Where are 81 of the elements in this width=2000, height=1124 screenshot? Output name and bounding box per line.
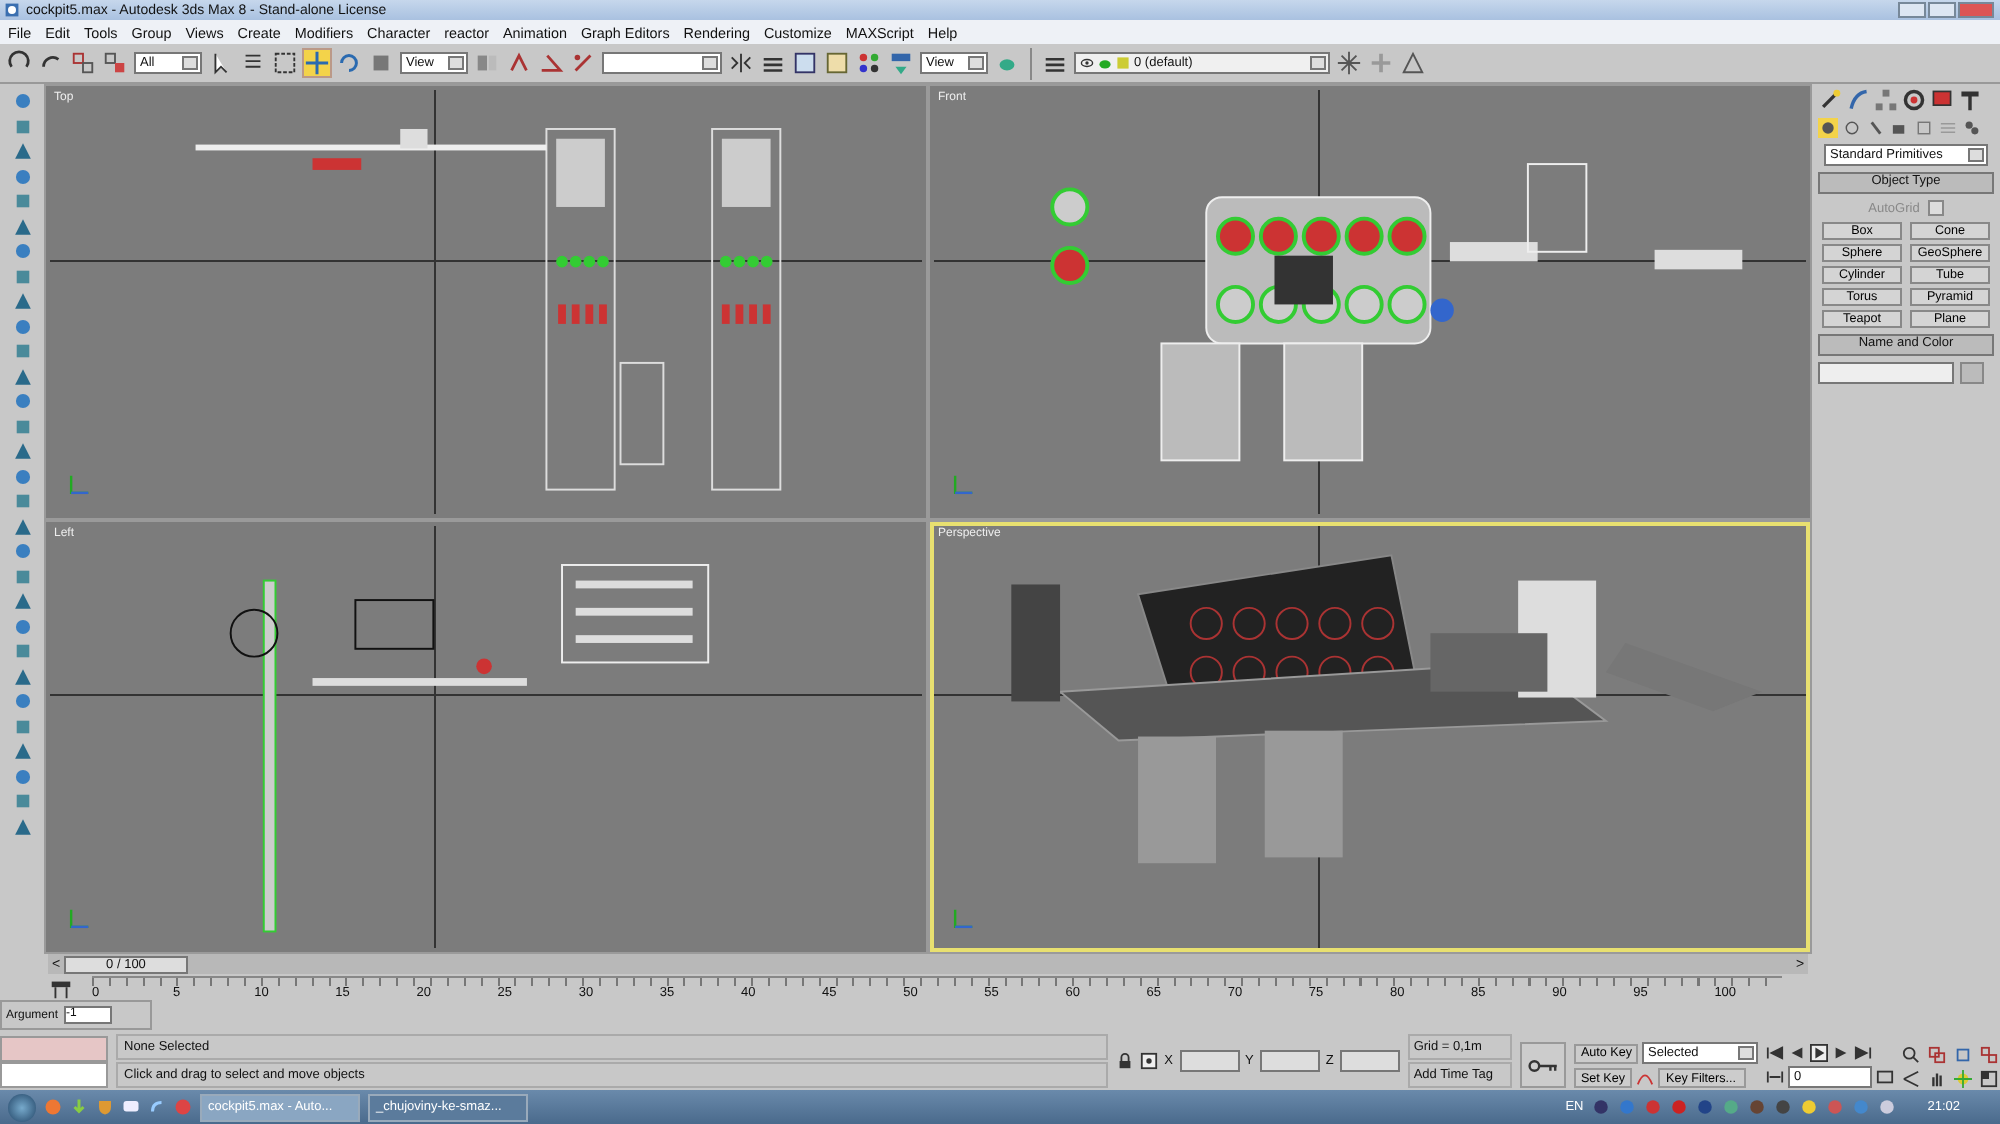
link-icon[interactable] <box>70 50 96 76</box>
download-icon[interactable] <box>70 1098 88 1116</box>
tool-icon[interactable] <box>11 140 33 162</box>
autogrid-checkbox[interactable] <box>1927 200 1944 216</box>
tool-icon[interactable] <box>11 740 33 762</box>
name-field[interactable] <box>1818 362 1954 384</box>
axis-icon <box>950 473 974 497</box>
mirror-icon[interactable] <box>728 50 754 76</box>
tool-icon[interactable] <box>11 665 33 687</box>
tool-icon[interactable] <box>11 690 33 712</box>
coordinate-field[interactable] <box>1339 1049 1400 1071</box>
axis-icon <box>66 473 90 497</box>
tool-icon[interactable] <box>11 240 33 262</box>
tool-icon[interactable] <box>11 615 33 637</box>
tool-icon[interactable] <box>11 365 33 387</box>
tool-icon[interactable] <box>11 440 33 462</box>
triangle-icon[interactable] <box>1400 50 1426 76</box>
rotate-icon[interactable] <box>336 50 362 76</box>
go-to-start-icon[interactable] <box>1766 1044 1784 1062</box>
tool-icon[interactable] <box>11 565 33 587</box>
coordinate-field[interactable] <box>1179 1049 1239 1071</box>
key-icon <box>1527 1057 1560 1073</box>
hammer-icon[interactable] <box>1958 88 1982 112</box>
zoom-extents-icon[interactable] <box>1954 1046 1972 1064</box>
tool-icon[interactable] <box>11 490 33 512</box>
play-icon[interactable] <box>1810 1044 1828 1062</box>
track-bar-icon[interactable] <box>48 976 74 1002</box>
tool-icon[interactable] <box>11 515 33 537</box>
tool-icon[interactable] <box>11 190 33 212</box>
maximize-button[interactable] <box>1928 2 1956 18</box>
zoom-extents-all-icon[interactable] <box>1980 1046 1998 1064</box>
region-select-icon[interactable] <box>272 50 298 76</box>
move-icon[interactable] <box>304 50 330 76</box>
axis-icon <box>950 908 974 932</box>
tool-icon[interactable] <box>11 790 33 812</box>
tool-icon[interactable] <box>11 815 33 837</box>
minimize-button[interactable] <box>1898 2 1926 18</box>
tool-icon[interactable] <box>11 215 33 237</box>
field-of-view-icon[interactable] <box>1902 1070 1920 1088</box>
tool-icon[interactable] <box>11 290 33 312</box>
next-frame-icon[interactable] <box>1832 1044 1850 1062</box>
tool-icon[interactable] <box>11 540 33 562</box>
sparkle-icon[interactable] <box>1336 50 1362 76</box>
script-input-field[interactable] <box>0 1062 108 1088</box>
tool-icon[interactable] <box>11 265 33 287</box>
key-mode-button[interactable] <box>1519 1042 1567 1088</box>
zoom-icon[interactable] <box>1902 1046 1920 1064</box>
tool-icon[interactable] <box>11 165 33 187</box>
tool-icon[interactable] <box>11 590 33 612</box>
lock-icon[interactable] <box>1116 1051 1135 1069</box>
transform-mode-icon[interactable] <box>1140 1051 1159 1069</box>
script-output-field[interactable] <box>0 1036 108 1062</box>
eye-icon <box>1080 56 1094 70</box>
maximize-viewport-icon[interactable] <box>1980 1070 1998 1088</box>
app-logo-icon <box>4 2 20 18</box>
tool-icon[interactable] <box>11 90 33 112</box>
tool-icon[interactable] <box>11 315 33 337</box>
tool-icon[interactable] <box>11 390 33 412</box>
tool-icon[interactable] <box>11 640 33 662</box>
tool-icon[interactable] <box>11 415 33 437</box>
tool-icon[interactable] <box>11 765 33 787</box>
color-swatch[interactable] <box>1960 362 1984 384</box>
color-swatch-icon <box>1116 56 1130 70</box>
go-to-end-icon[interactable] <box>1854 1044 1872 1062</box>
tool-icon[interactable] <box>11 115 33 137</box>
axis-icon <box>66 908 90 932</box>
modify-tab-icon[interactable] <box>1846 88 1870 112</box>
create-tab-icon[interactable] <box>1818 88 1842 112</box>
named-selection-dropdown[interactable] <box>602 52 722 74</box>
start-button[interactable] <box>8 1093 36 1121</box>
angle-snap-icon[interactable] <box>538 50 564 76</box>
shield-icon[interactable] <box>96 1098 114 1116</box>
tool-icon[interactable] <box>11 465 33 487</box>
coordinate-field[interactable] <box>1259 1049 1320 1071</box>
unlink-icon[interactable] <box>102 50 128 76</box>
previous-frame-icon[interactable] <box>1788 1044 1806 1062</box>
curve-icon[interactable] <box>1635 1069 1653 1087</box>
tool-icon[interactable] <box>11 340 33 362</box>
geometry-icon[interactable] <box>1818 118 1838 138</box>
tool-icon[interactable] <box>11 715 33 737</box>
zoom-all-icon[interactable] <box>1928 1046 1946 1064</box>
